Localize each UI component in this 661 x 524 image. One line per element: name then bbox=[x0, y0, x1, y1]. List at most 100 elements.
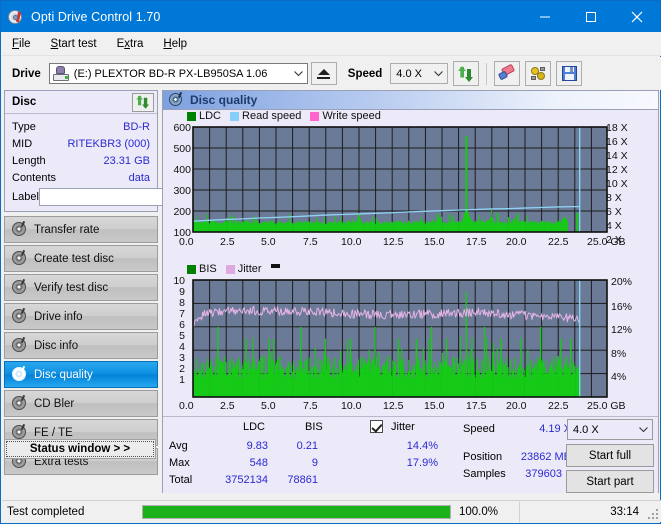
status-message: Test completed bbox=[7, 505, 85, 518]
disc-length-label: Length bbox=[12, 154, 46, 167]
drive-label: Drive bbox=[12, 67, 41, 80]
status-window-button[interactable]: Status window > > bbox=[4, 439, 156, 459]
disc-label-row: Label bbox=[5, 186, 242, 207]
menu-help[interactable]: Help bbox=[153, 35, 197, 53]
minimize-icon[interactable] bbox=[522, 1, 568, 32]
stats-avg-jitter: 14.4% bbox=[406, 440, 438, 452]
sidebar-item-label: Create test disc bbox=[34, 252, 114, 265]
refresh-icon bbox=[458, 65, 474, 82]
page-title: Disc quality bbox=[190, 93, 258, 107]
connection-button[interactable] bbox=[525, 61, 552, 86]
disc-label-label: Label bbox=[12, 191, 39, 203]
disc-refresh-button[interactable] bbox=[132, 92, 154, 112]
drive-select[interactable]: (E:) PLEXTOR BD-R PX-LB950SA 1.06 bbox=[48, 63, 308, 84]
menu-extra[interactable]: Extra bbox=[107, 35, 154, 53]
menu-file[interactable]: File bbox=[2, 35, 41, 53]
sidebar-item-disc-info[interactable]: Disc info bbox=[4, 332, 158, 359]
disc-type-label: Type bbox=[12, 120, 36, 133]
sidebar-item-label: CD Bler bbox=[34, 397, 75, 410]
sidebar-item-create-test-disc[interactable]: Create test disc bbox=[4, 245, 158, 272]
start-full-button[interactable]: Start full bbox=[566, 444, 654, 467]
save-button[interactable] bbox=[556, 61, 583, 86]
bis-xtick-15: 15.0 bbox=[424, 400, 445, 412]
disc-properties: Type BD-R MID RITEKBR3 (000) Length 23.3… bbox=[5, 114, 242, 207]
bis-xtick-22.5: 22.5 bbox=[548, 400, 569, 412]
disc-contents-label: Contents bbox=[12, 171, 57, 184]
sidebar-item-label: FE / TE bbox=[34, 426, 73, 439]
disc-contents-value: data bbox=[128, 171, 150, 184]
ldc-chart: LDC Read speed Write speed 600 500 400 3… bbox=[163, 110, 658, 263]
stats-max-ldc: 548 bbox=[249, 457, 268, 469]
maximize-icon[interactable] bbox=[568, 1, 614, 32]
menu-extra-rest: tra bbox=[130, 37, 144, 50]
toolbar-separator bbox=[486, 62, 488, 85]
menu-start-test-rest: tart test bbox=[58, 37, 97, 50]
eject-button[interactable] bbox=[310, 62, 337, 85]
status-bar: Test completed 100.0% 33:14 bbox=[2, 500, 661, 522]
disc-box-title: Disc bbox=[12, 96, 37, 108]
sidebar-item-verify-test-disc[interactable]: Verify test disc bbox=[4, 274, 158, 301]
speed-select[interactable]: 4.0 X bbox=[390, 63, 449, 84]
sidebar-item-transfer-rate[interactable]: Transfer rate bbox=[4, 216, 158, 243]
disc-quality-icon bbox=[169, 91, 184, 107]
disc-test-icon bbox=[11, 249, 28, 267]
bis-xtick-0: 0.0 bbox=[179, 400, 194, 412]
disc-test-icon bbox=[11, 307, 28, 325]
stats-header-bis: BIS bbox=[305, 421, 323, 433]
sidebar-item-label: Disc info bbox=[34, 339, 79, 352]
chevron-down-icon bbox=[290, 64, 307, 83]
main-panel: Disc quality LDC Read speed Write speed bbox=[162, 90, 659, 493]
chevron-down-icon bbox=[635, 420, 652, 439]
disc-mid-label: MID bbox=[12, 137, 33, 150]
test-speed-select[interactable]: 4.0 X bbox=[567, 419, 653, 440]
disc-row-type: Type BD-R bbox=[5, 118, 157, 135]
bis-xtick-12.5: 12.5 bbox=[383, 400, 404, 412]
stats-total-ldc: 3752134 bbox=[225, 474, 268, 486]
resize-grip[interactable] bbox=[646, 507, 658, 519]
menu-bar: File Start test Extra Help bbox=[2, 32, 661, 56]
sidebar-item-label: Disc quality bbox=[34, 368, 93, 381]
ldc-plot-area bbox=[192, 126, 608, 233]
sidebar-item-drive-info[interactable]: Drive info bbox=[4, 303, 158, 330]
stats-avg-bis: 0.21 bbox=[296, 440, 318, 452]
ldc-xtick-5: 5.0 bbox=[261, 236, 276, 248]
ldc-xtick-22.5: 22.5 bbox=[548, 236, 569, 248]
start-part-button-label: Start part bbox=[586, 475, 634, 488]
sidebar-item-label: Transfer rate bbox=[34, 223, 100, 236]
sidebar-item-cd-bler[interactable]: CD Bler bbox=[4, 390, 158, 417]
test-speed-select-value: 4.0 X bbox=[573, 423, 599, 436]
jitter-checkbox[interactable] bbox=[370, 420, 383, 433]
stats-position-value: 23862 MB bbox=[520, 451, 571, 463]
application-window: Opti Drive Control 1.70 File Start test … bbox=[0, 0, 661, 524]
disc-length-value: 23.31 GB bbox=[103, 154, 150, 167]
save-icon bbox=[561, 66, 577, 81]
start-part-button[interactable]: Start part bbox=[566, 470, 654, 493]
eject-icon bbox=[317, 68, 331, 79]
bis-xtick-20: 20.0 bbox=[506, 400, 527, 412]
progress-bar bbox=[142, 504, 451, 519]
stats-samples-value: 379603 bbox=[525, 468, 562, 480]
ldc-xtick-0: 0.0 bbox=[179, 236, 194, 248]
left-panel: Disc Type BD-R MID RITEKBR3 (000) Length… bbox=[2, 90, 242, 493]
menu-start-test[interactable]: Start test bbox=[41, 35, 107, 53]
ldc-xtick-12.5: 12.5 bbox=[383, 236, 404, 248]
disc-test-icon bbox=[11, 365, 28, 383]
stats-row-label-total: Total bbox=[169, 474, 193, 486]
close-icon[interactable] bbox=[614, 1, 660, 32]
sidebar-item-disc-quality[interactable]: Disc quality bbox=[4, 361, 158, 388]
stats-header-jitter: Jitter bbox=[391, 421, 415, 433]
stats-row-label-avg: Avg bbox=[169, 440, 188, 452]
chevron-down-icon bbox=[430, 64, 447, 83]
app-disc-icon bbox=[8, 9, 24, 25]
sidebar-item-label: Drive info bbox=[34, 310, 83, 323]
bis-xtick-10: 10.0 bbox=[341, 400, 362, 412]
erase-disc-button[interactable] bbox=[494, 61, 521, 86]
bis-xtick-7.5: 7.5 bbox=[303, 400, 318, 412]
status-window-button-label: Status window > > bbox=[29, 443, 131, 455]
disc-test-icon bbox=[11, 220, 28, 238]
elapsed-time: 33:14 bbox=[610, 505, 639, 518]
ldc-xtick-17.5: 17.5 bbox=[466, 236, 487, 248]
drive-toolbar: Drive (E:) PLEXTOR BD-R PX-LB950SA 1.06 … bbox=[2, 57, 661, 90]
refresh-drive-button[interactable] bbox=[453, 61, 480, 86]
disc-test-icon bbox=[11, 394, 28, 412]
